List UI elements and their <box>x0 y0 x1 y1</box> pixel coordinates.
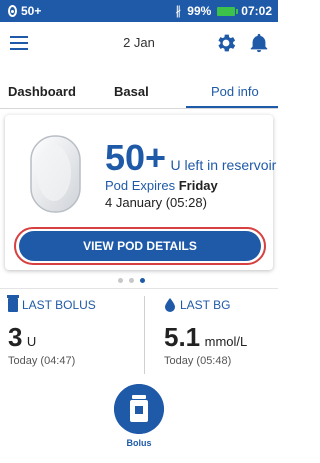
status-reservoir: 50+ <box>21 4 42 18</box>
tab-bar: Dashboard Basal Pod info <box>0 84 278 109</box>
battery-icon <box>217 6 239 16</box>
vial-icon <box>7 295 19 312</box>
bluetooth-icon: ∦ <box>175 4 182 18</box>
last-bg-panel: LAST BG 5.1 mmol/L Today (05:48) <box>164 298 274 378</box>
page-dot <box>129 278 134 283</box>
bell-icon[interactable] <box>248 31 270 55</box>
reservoir-text: U left in reservoir <box>170 157 277 173</box>
last-bg-unit: mmol/L <box>204 334 248 349</box>
gear-icon[interactable] <box>214 31 238 55</box>
last-bolus-amount: 3 <box>8 322 23 352</box>
tab-dashboard[interactable]: Dashboard <box>8 84 76 99</box>
tab-basal[interactable]: Basal <box>114 84 149 99</box>
info-divider <box>144 296 145 374</box>
pod-expires: Pod Expires Friday <box>105 178 218 193</box>
pod-expires-date: 4 January (05:28) <box>105 195 207 210</box>
last-bg-title: LAST BG <box>164 298 274 312</box>
section-divider <box>0 288 278 289</box>
drop-icon <box>165 298 175 312</box>
pod-image <box>30 135 81 213</box>
bolus-label: Bolus <box>126 438 152 448</box>
last-bg-label: LAST BG <box>180 298 231 312</box>
tab-pod-info[interactable]: Pod info <box>211 84 259 99</box>
reservoir-value: 50+ <box>105 137 167 178</box>
last-bg-time: Today (05:48) <box>164 355 232 367</box>
tabs-divider <box>0 108 278 109</box>
page-dot-active <box>140 278 145 283</box>
bolus-button[interactable] <box>114 384 164 434</box>
last-bolus-label: LAST BOLUS <box>22 298 96 312</box>
pod-expires-label: Pod Expires <box>105 178 176 193</box>
view-pod-details-button[interactable]: VIEW POD DETAILS <box>19 231 261 261</box>
app-header: 2 Jan <box>0 22 278 66</box>
status-time: 07:02 <box>241 4 272 18</box>
reservoir-readout: 50+ U left in reservoir <box>105 137 276 179</box>
lock-icon <box>8 5 17 17</box>
last-bolus-panel: LAST BOLUS 3 U Today (04:47) <box>7 295 138 378</box>
page-indicator <box>118 278 145 283</box>
last-bg-amount: 5.1 <box>164 322 201 352</box>
last-bolus-value: 3 U <box>8 322 138 353</box>
last-bg-value: 5.1 mmol/L <box>164 322 274 353</box>
battery-percent: 99% <box>187 4 212 18</box>
last-bolus-unit: U <box>26 334 37 349</box>
status-bar: 50+ ∦ 99% 07:02 <box>0 0 278 22</box>
page-dot <box>118 278 123 283</box>
last-bolus-time: Today (04:47) <box>8 355 76 367</box>
pod-expires-day: Friday <box>178 178 218 193</box>
status-left: 50+ <box>8 4 41 18</box>
last-bolus-title: LAST BOLUS <box>7 295 138 312</box>
status-right: ∦ 99% 07:02 <box>175 4 272 18</box>
